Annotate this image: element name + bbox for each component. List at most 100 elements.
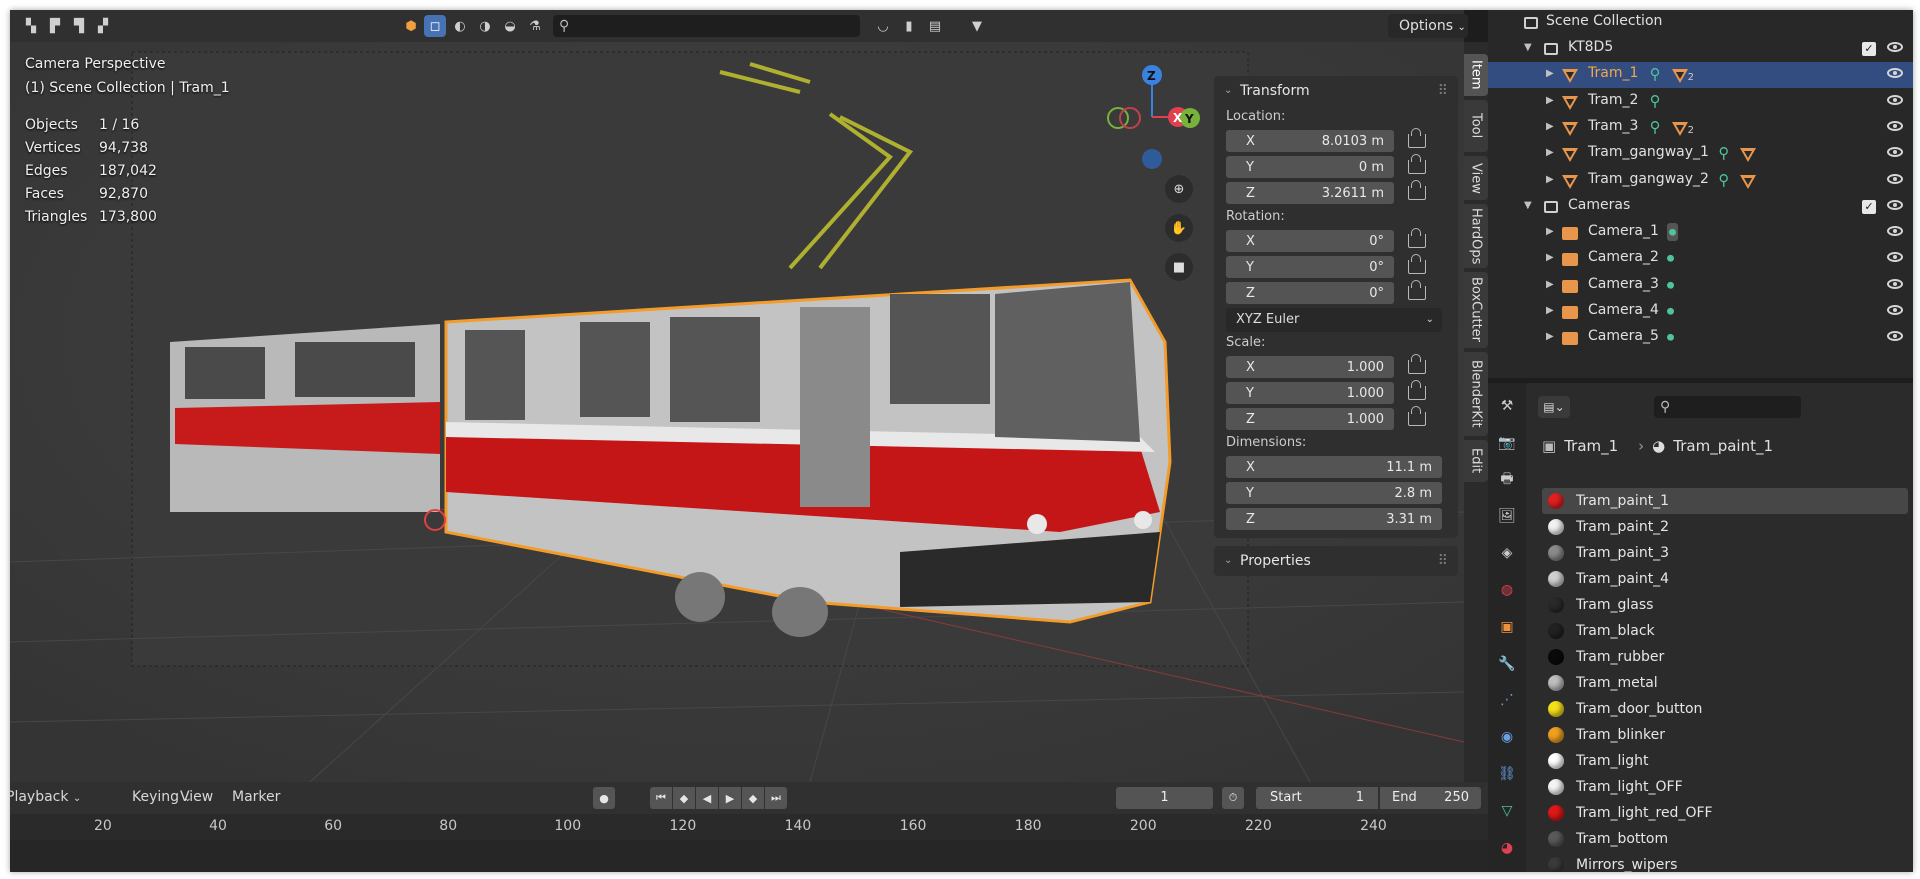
- checkbox-icon[interactable]: ✓: [1862, 199, 1876, 214]
- scale-y-field[interactable]: Y 1.000: [1226, 382, 1394, 404]
- particles-icon[interactable]: ⋰: [1496, 689, 1518, 711]
- physics-icon[interactable]: ◉: [1496, 726, 1518, 748]
- outliner-item-camera_3[interactable]: ▶ Camera_3 ⏺: [1488, 273, 1913, 299]
- drag-handle-icon[interactable]: ⠿: [1438, 546, 1448, 576]
- rendered-shading-icon[interactable]: ◒: [499, 15, 521, 37]
- location-x-field[interactable]: X 8.0103 m: [1226, 130, 1394, 152]
- eye-icon[interactable]: [1887, 199, 1903, 210]
- dimensions-x-field[interactable]: X 11.1 m: [1226, 456, 1442, 478]
- material-slot[interactable]: Tram_light_OFF: [1542, 774, 1908, 800]
- select-box-icon[interactable]: ▚: [20, 15, 42, 37]
- timeline-body[interactable]: [10, 840, 1488, 872]
- eye-icon[interactable]: [1887, 120, 1903, 131]
- options-dropdown[interactable]: Options ⌄: [1388, 14, 1468, 38]
- material-slot[interactable]: Tram_black: [1542, 618, 1908, 644]
- chevron-down-icon[interactable]: ▼: [1524, 200, 1532, 211]
- output-icon[interactable]: 🖶: [1496, 469, 1518, 491]
- chevron-right-icon[interactable]: ▶: [1546, 305, 1554, 316]
- eye-icon[interactable]: [1887, 147, 1903, 158]
- rotation-z-field[interactable]: Z 0°: [1226, 282, 1394, 304]
- tab-tool[interactable]: Tool: [1464, 100, 1488, 152]
- outliner-item-camera_1[interactable]: ▶ Camera_1 ⏺: [1488, 220, 1913, 246]
- lock-icon[interactable]: [1408, 380, 1426, 400]
- jump-end-icon[interactable]: ⏭: [765, 787, 787, 809]
- lock-icon[interactable]: [1408, 180, 1426, 200]
- outliner-item-tram_1[interactable]: ▶ Tram_1 ⚲ 2: [1488, 62, 1913, 89]
- chevron-down-icon[interactable]: ▼: [1524, 42, 1532, 53]
- zoom-icon[interactable]: ⊕: [1168, 178, 1190, 200]
- lock-icon[interactable]: [1408, 280, 1426, 300]
- outliner-item-camera_2[interactable]: ▶ Camera_2 ⏺: [1488, 246, 1913, 272]
- tab-view[interactable]: View: [1464, 156, 1488, 200]
- dimensions-y-field[interactable]: Y 2.8 m: [1226, 482, 1442, 504]
- dimensions-z-field[interactable]: Z 3.31 m: [1226, 508, 1442, 530]
- outliner-item-tram_3[interactable]: ▶ Tram_3 ⚲ 2: [1488, 115, 1913, 141]
- material-slot[interactable]: Tram_paint_4: [1542, 566, 1908, 592]
- outliner-scene-collection[interactable]: Scene Collection: [1488, 10, 1913, 36]
- material-slot[interactable]: Tram_light_red_OFF: [1542, 800, 1908, 826]
- material-slot[interactable]: Tram_paint_1: [1542, 488, 1908, 514]
- solid-shading-icon[interactable]: ◐: [449, 15, 471, 37]
- play-icon[interactable]: ▶: [719, 787, 741, 809]
- end-frame-field[interactable]: End 250: [1380, 787, 1481, 809]
- tab-boxcutter[interactable]: BoxCutter: [1464, 272, 1488, 348]
- camera-view-icon[interactable]: ■: [1168, 256, 1190, 278]
- filter-icon[interactable]: ▼: [966, 15, 988, 37]
- location-y-field[interactable]: Y 0 m: [1226, 156, 1394, 178]
- view-menu[interactable]: View: [180, 789, 213, 805]
- tab-blenderkit[interactable]: BlenderKit: [1464, 352, 1488, 436]
- material-slot[interactable]: Tram_metal: [1542, 670, 1908, 696]
- modifier-icon[interactable]: 🔧: [1496, 653, 1518, 675]
- eye-icon[interactable]: [1887, 226, 1903, 237]
- timeline-ruler[interactable]: 20 40 60 80 100 120 140 160 180 200 220 240: [10, 814, 1488, 840]
- lock-icon[interactable]: [1408, 254, 1426, 274]
- eye-icon[interactable]: [1887, 173, 1903, 184]
- playback-menu[interactable]: Playback ⌄: [10, 789, 81, 805]
- properties-header[interactable]: ⌄ Properties ⠿: [1214, 546, 1458, 576]
- material-slot[interactable]: Tram_rubber: [1542, 644, 1908, 670]
- outliner-item-tram_2[interactable]: ▶ Tram_2 ⚲: [1488, 89, 1913, 115]
- 3d-viewport[interactable]: Z X Y ⊕ ✋ ■ Camera Perspective (1) Scene…: [10, 42, 1464, 782]
- select-intersect-icon[interactable]: ▞: [92, 15, 114, 37]
- prev-keyframe-icon[interactable]: ◆: [673, 787, 695, 809]
- material-slot[interactable]: Tram_paint_3: [1542, 540, 1908, 566]
- chevron-right-icon[interactable]: ▶: [1546, 174, 1554, 185]
- outliner-item-tram_gangway_2[interactable]: ▶ Tram_gangway_2 ⚲: [1488, 168, 1913, 194]
- chevron-right-icon[interactable]: ▶: [1546, 279, 1554, 290]
- lock-icon[interactable]: [1408, 154, 1426, 174]
- properties-search-input[interactable]: ⚲: [1654, 396, 1801, 418]
- breadcrumb-material[interactable]: Tram_paint_1: [1673, 437, 1773, 455]
- outliner-item-camera_5[interactable]: ▶ Camera_5 ⏺: [1488, 325, 1913, 351]
- location-z-field[interactable]: Z 3.2611 m: [1226, 182, 1394, 204]
- tab-item[interactable]: Item: [1464, 54, 1488, 96]
- chevron-right-icon[interactable]: ▶: [1546, 226, 1554, 237]
- layout-icon[interactable]: ▤: [924, 15, 946, 37]
- jump-start-icon[interactable]: ⏮: [650, 787, 672, 809]
- rotation-y-field[interactable]: Y 0°: [1226, 256, 1394, 278]
- material-icon[interactable]: ◕: [1496, 837, 1518, 859]
- outliner-item-kt8d5[interactable]: ▼ KT8D5 ✓: [1488, 36, 1913, 62]
- render-icon[interactable]: 📷: [1496, 432, 1518, 454]
- overlay-icon[interactable]: ◡: [872, 15, 894, 37]
- scale-x-field[interactable]: X 1.000: [1226, 356, 1394, 378]
- material-shading-icon[interactable]: ◑: [474, 15, 496, 37]
- eye-icon[interactable]: [1887, 94, 1903, 105]
- eye-icon[interactable]: [1887, 305, 1903, 315]
- lock-icon[interactable]: [1408, 128, 1426, 148]
- pan-hand-icon[interactable]: ✋: [1168, 217, 1190, 239]
- chevron-right-icon[interactable]: ▶: [1546, 252, 1554, 263]
- shading-options-icon[interactable]: ⚗: [524, 15, 546, 37]
- material-slot[interactable]: Tram_blinker: [1542, 722, 1908, 748]
- chevron-right-icon[interactable]: ▶: [1546, 331, 1554, 342]
- tab-edit[interactable]: Edit: [1464, 440, 1488, 482]
- eye-icon[interactable]: [1887, 331, 1903, 342]
- data-icon[interactable]: ▽: [1496, 800, 1518, 822]
- constraints-icon[interactable]: ⛓: [1496, 763, 1518, 785]
- material-slot[interactable]: Tram_glass: [1542, 592, 1908, 618]
- current-frame-field[interactable]: 1: [1116, 787, 1213, 809]
- editor-type-icon[interactable]: ▤⌄: [1538, 396, 1570, 418]
- material-slot[interactable]: Tram_door_button: [1542, 696, 1908, 722]
- material-slot[interactable]: Tram_paint_2: [1542, 514, 1908, 540]
- breadcrumb-object[interactable]: Tram_1: [1564, 437, 1618, 455]
- rotation-mode-select[interactable]: XYZ Euler ⌄: [1226, 308, 1442, 332]
